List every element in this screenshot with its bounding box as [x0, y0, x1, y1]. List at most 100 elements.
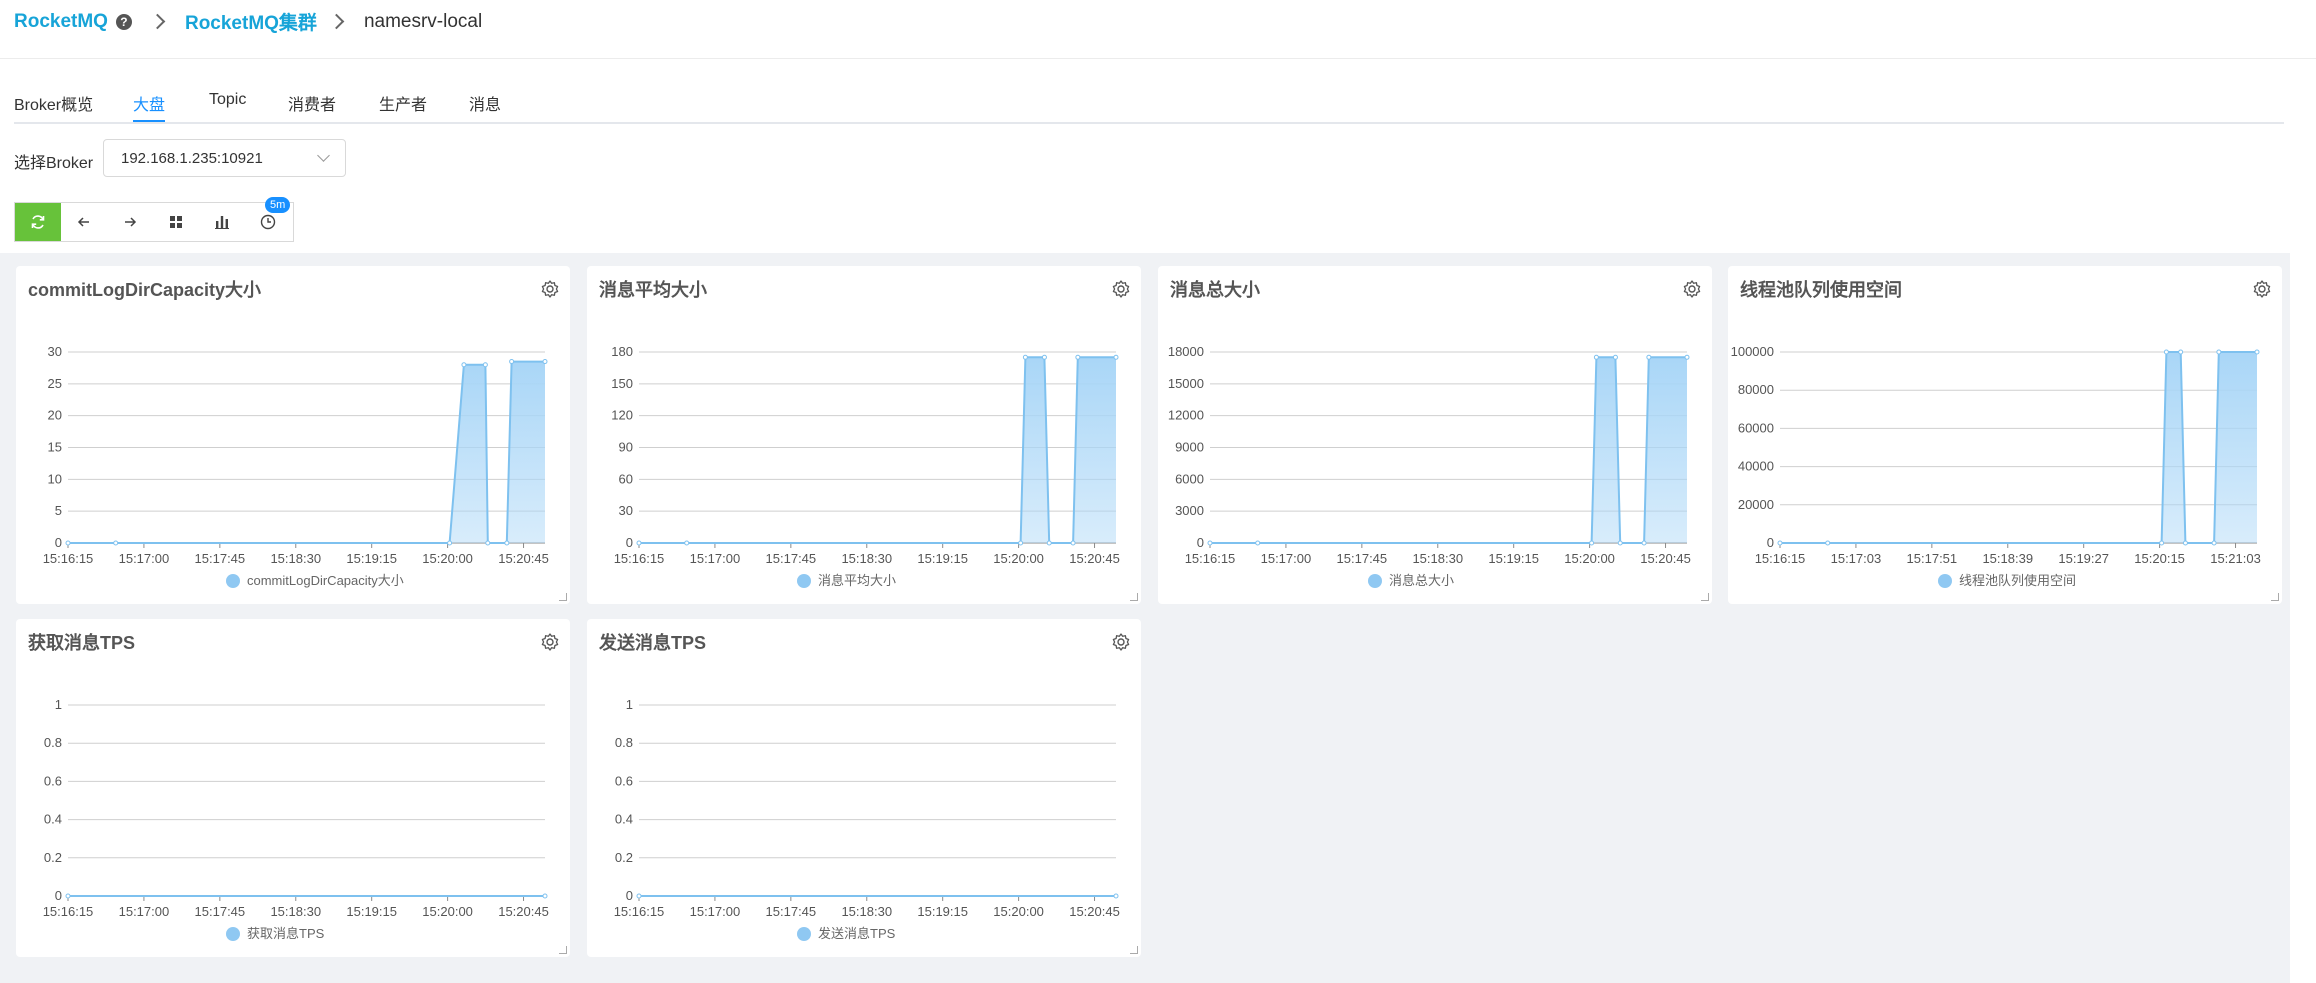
chart-plot: 0 0.2 0.4 0.6 0.8 1 15:16:15 15:17:00 15:17:45 15… — [43, 697, 549, 941]
chart-plot: 0 20000 40000 60000 80000 100000 15:16:15 15:17… — [1731, 344, 2261, 588]
data-point — [1617, 540, 1623, 546]
chart-panel: 获取消息TPS 0 0.2 0.4 0.6 0.8 1 15:16:15 15:17:00 15:… — [16, 619, 570, 957]
data-point — [1777, 540, 1783, 546]
next-button[interactable] — [107, 203, 153, 241]
arrow-right-icon — [125, 217, 137, 227]
y-tick-label: 0 — [1197, 535, 1204, 550]
y-tick-label: 0.4 — [44, 812, 62, 827]
x-tick-label: 15:20:45 — [498, 551, 549, 566]
x-tick-label: 15:20:00 — [422, 551, 473, 566]
tab-broker-overview[interactable]: Broker概览 — [14, 91, 93, 120]
y-tick-label: 0 — [1767, 535, 1774, 550]
y-tick-label: 30 — [48, 344, 62, 359]
x-tick-label: 15:20:45 — [1069, 904, 1120, 919]
x-tick-label: 15:17:51 — [1907, 551, 1958, 566]
data-point — [636, 893, 642, 899]
y-tick-label: 0 — [626, 888, 633, 903]
x-tick-label: 15:19:15 — [346, 904, 397, 919]
breadcrumb-root-link[interactable]: RocketMQ — [14, 11, 108, 33]
broker-select-value: 192.168.1.235:10921 — [121, 150, 263, 167]
legend-label[interactable]: 发送消息TPS — [818, 926, 896, 941]
x-tick-label: 15:16:15 — [1185, 551, 1236, 566]
y-tick-label: 60 — [619, 471, 633, 486]
chart-panel: commitLogDirCapacity大小 0 5 10 15 20 25 30 15:16:… — [16, 266, 570, 604]
y-tick-label: 0 — [55, 535, 62, 550]
data-point — [485, 540, 491, 546]
data-point — [1070, 540, 1076, 546]
x-tick-label: 15:17:03 — [1831, 551, 1882, 566]
data-point — [1113, 354, 1119, 360]
chart-plot: 0 0.2 0.4 0.6 0.8 1 15:16:15 15:17:00 15:17:45 15… — [614, 697, 1120, 941]
x-tick-label: 15:18:30 — [841, 551, 892, 566]
y-tick-label: 3000 — [1175, 503, 1204, 518]
data-point — [542, 359, 548, 365]
y-tick-label: 20 — [48, 408, 62, 423]
chart-plot: 0 30 60 90 120 150 180 15:16:15 15:17:00 15:17:45… — [611, 344, 1120, 588]
y-tick-label: 1 — [55, 697, 62, 712]
legend-marker[interactable] — [1368, 574, 1382, 588]
y-tick-label: 150 — [611, 376, 633, 391]
legend-marker[interactable] — [797, 574, 811, 588]
data-point — [1041, 354, 1047, 360]
previous-button[interactable] — [61, 203, 107, 241]
chevron-down-icon — [317, 149, 330, 162]
legend-marker[interactable] — [797, 927, 811, 941]
tab-producer[interactable]: 生产者 — [379, 91, 427, 120]
x-tick-label: 15:16:15 — [614, 904, 665, 919]
legend-marker[interactable] — [1938, 574, 1952, 588]
y-tick-label: 15 — [48, 440, 62, 455]
legend-label[interactable]: commitLogDirCapacity大小 — [247, 573, 404, 588]
legend-marker[interactable] — [226, 927, 240, 941]
legend-label[interactable]: 线程池队列使用空间 — [1959, 573, 2076, 588]
chart-type-button[interactable] — [199, 203, 245, 241]
data-point — [1113, 893, 1119, 899]
top-bar: RocketMQ ? RocketMQ集群 namesrv-local — [0, 0, 2316, 59]
x-tick-label: 15:17:00 — [119, 551, 170, 566]
x-tick-label: 15:18:30 — [270, 904, 321, 919]
data-point — [1207, 540, 1213, 546]
x-tick-label: 15:19:15 — [346, 551, 397, 566]
x-tick-label: 15:19:27 — [2058, 551, 2109, 566]
y-tick-label: 0 — [626, 535, 633, 550]
tab-topic[interactable]: Topic — [209, 91, 246, 120]
y-tick-label: 0 — [55, 888, 62, 903]
data-point — [504, 540, 510, 546]
legend-label[interactable]: 消息总大小 — [1389, 573, 1454, 588]
help-icon[interactable]: ? — [115, 13, 132, 30]
layout-grid-button[interactable] — [153, 203, 199, 241]
refresh-icon — [31, 215, 45, 229]
refresh-button[interactable] — [15, 203, 61, 241]
x-tick-label: 15:21:03 — [2210, 551, 2261, 566]
y-tick-label: 0.4 — [615, 812, 633, 827]
legend-label[interactable]: 消息平均大小 — [818, 573, 896, 588]
broker-select-label: 选择Broker — [14, 155, 94, 172]
x-tick-label: 15:19:15 — [917, 551, 968, 566]
legend-marker[interactable] — [226, 574, 240, 588]
y-tick-label: 0.8 — [44, 735, 62, 750]
bar-chart-icon — [215, 216, 229, 229]
x-tick-label: 15:18:30 — [841, 904, 892, 919]
data-point — [509, 359, 515, 365]
data-point — [2211, 540, 2217, 546]
data-point — [636, 540, 642, 546]
data-point — [1022, 354, 1028, 360]
data-point — [1255, 540, 1261, 546]
tab-consumer[interactable]: 消费者 — [288, 91, 336, 120]
legend-label[interactable]: 获取消息TPS — [247, 926, 325, 941]
y-tick-label: 12000 — [1168, 408, 1204, 423]
x-tick-label: 15:17:45 — [195, 551, 246, 566]
chart-plot: 0 3000 6000 9000 12000 15000 18000 15:16:15 15:1… — [1168, 344, 1691, 588]
x-tick-label: 15:19:15 — [917, 904, 968, 919]
broker-select[interactable]: 192.168.1.235:10921 — [103, 139, 346, 177]
y-tick-label: 180 — [611, 344, 633, 359]
data-point — [1046, 540, 1052, 546]
y-tick-label: 0.2 — [615, 850, 633, 865]
data-point — [542, 893, 548, 899]
tab-message[interactable]: 消息 — [469, 91, 501, 120]
series-area — [68, 361, 545, 543]
y-tick-label: 100000 — [1731, 344, 1774, 359]
interval-badge: 5m — [265, 197, 291, 213]
y-tick-label: 80000 — [1738, 382, 1774, 397]
tab-dashboard[interactable]: 大盘 — [133, 91, 166, 122]
breadcrumb-cluster-link[interactable]: RocketMQ集群 — [185, 8, 317, 35]
